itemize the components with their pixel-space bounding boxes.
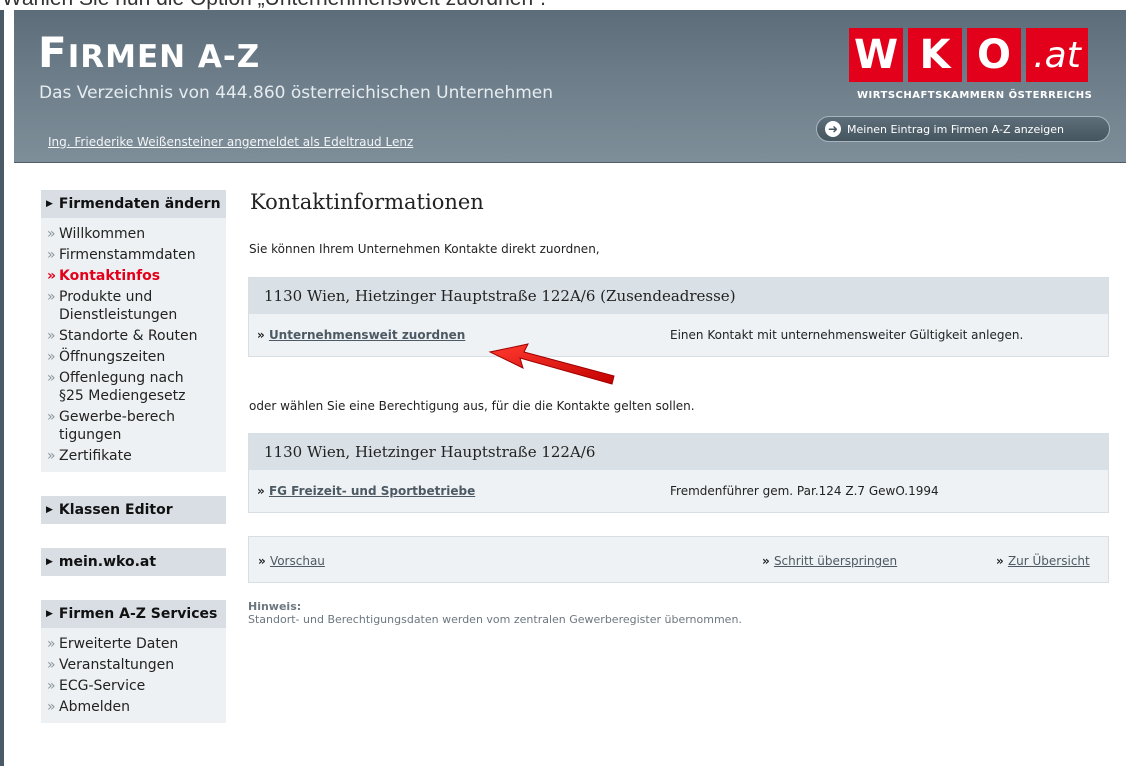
sidebar-list-firmendaten: » Willkommen » Firmenstammdaten » Kontaktin… — [41, 218, 226, 472]
arrow-right-icon: ➜ — [825, 121, 841, 137]
nav-preview: » Vorschau — [258, 554, 325, 568]
sidebar-item-erweiterte-daten[interactable]: » Erweiterte Daten — [41, 635, 226, 653]
fg-freizeit-link[interactable]: FG Freizeit- und Sportbetriebe — [269, 484, 475, 498]
intro-text: Sie können Ihrem Unternehmen Kontakte di… — [249, 242, 600, 256]
berechtigung-text: oder wählen Sie eine Berechtigung aus, f… — [249, 399, 695, 413]
show-entry-button[interactable]: ➜ Meinen Eintrag im Firmen A-Z anzeigen — [816, 116, 1110, 142]
page-title: Kontaktinformationen — [250, 190, 484, 214]
wko-logo[interactable]: W K O .at — [849, 28, 1088, 82]
unternehmensweit-zuordnen-link[interactable]: Unternehmensweit zuordnen — [269, 328, 465, 342]
site-subtitle: Das Verzeichnis von 444.860 österreichis… — [39, 83, 554, 103]
triangle-right-icon: ▶ — [46, 199, 53, 209]
sidebar-section-klassen-editor[interactable]: ▶ Klassen Editor — [41, 496, 226, 524]
panel-row: » FG Freizeit- und Sportbetriebe Fremden… — [257, 484, 939, 498]
sidebar-item-gewerbeberechtigungen[interactable]: » Gewerbe-berechtigungen — [41, 408, 226, 444]
logo-letter-w: W — [849, 28, 903, 82]
login-user-link[interactable]: Ing. Friederike Weißensteiner angemeldet… — [48, 135, 413, 149]
address-panel-berechtigung: 1130 Wien, Hietzinger Hauptstraße 122A/6… — [248, 433, 1109, 513]
logo-letter-k: K — [908, 28, 962, 82]
caption-strip: Wählen Sie nun die Option „Unternehmensw… — [0, 0, 1132, 10]
triangle-right-icon: ▶ — [46, 609, 53, 619]
sidebar-item-zertifikate[interactable]: » Zertifikate — [41, 447, 226, 465]
sidebar-item-oeffnungszeiten[interactable]: » Öffnungszeiten — [41, 348, 226, 366]
triangle-right-icon: ▶ — [46, 557, 53, 567]
sidebar-section-mein-wko[interactable]: ▶ mein.wko.at — [41, 548, 226, 576]
sidebar-item-willkommen[interactable]: » Willkommen — [41, 225, 226, 243]
sidebar-item-firmenstammdaten[interactable]: » Firmenstammdaten — [41, 246, 226, 264]
hint-label: Hinweis: — [248, 600, 302, 613]
sidebar: ▶ Firmendaten ändern » Willkommen » Firmen… — [41, 190, 226, 723]
left-rail — [0, 10, 4, 766]
logo-suffix: .at — [1026, 28, 1088, 82]
sidebar-item-ecg-service[interactable]: » ECG-Service — [41, 677, 226, 695]
preview-link[interactable]: Vorschau — [270, 554, 325, 568]
skip-step-link[interactable]: Schritt überspringen — [774, 554, 897, 568]
sidebar-item-offenlegung[interactable]: » Offenlegung nach §25 Mediengesetz — [41, 369, 226, 405]
panel-description: Fremdenführer gem. Par.124 Z.7 GewO.1994 — [670, 484, 939, 498]
header: FIRMEN A-Z Das Verzeichnis von 444.860 ö… — [14, 10, 1126, 163]
logo-letter-o: O — [967, 28, 1021, 82]
triangle-right-icon: ▶ — [46, 505, 53, 515]
show-entry-label: Meinen Eintrag im Firmen A-Z anzeigen — [847, 122, 1065, 136]
logo-tagline: WIRTSCHAFTSKAMMERN ÖSTERREICHS — [857, 90, 1093, 101]
caption-text: Wählen Sie nun die Option „Unternehmensw… — [2, 0, 546, 10]
sidebar-item-produkte[interactable]: » Produkte und Dienstleistungen — [41, 288, 226, 324]
sidebar-list-services: » Erweiterte Daten » Veranstaltungen » ECG-… — [41, 628, 226, 723]
site-title: FIRMEN A-Z — [38, 28, 261, 77]
panel-description: Einen Kontakt mit unternehmensweiter Gül… — [670, 328, 1024, 342]
panel-row: » Unternehmensweit zuordnen Einen Kontak… — [257, 328, 1024, 342]
sidebar-item-kontaktinfos[interactable]: » Kontaktinfos — [41, 267, 226, 285]
step-navigation: » Vorschau » Schritt überspringen » Zur … — [248, 536, 1109, 583]
panel-address: 1130 Wien, Hietzinger Hauptstraße 122A/6… — [249, 278, 1108, 314]
sidebar-section-firmendaten[interactable]: ▶ Firmendaten ändern — [41, 190, 226, 218]
hint-box: Hinweis: Standort- und Berechtigungsdate… — [248, 600, 742, 626]
nav-overview: » Zur Übersicht — [996, 554, 1090, 568]
panel-address: 1130 Wien, Hietzinger Hauptstraße 122A/6 — [249, 434, 1108, 470]
sidebar-section-services[interactable]: ▶ Firmen A-Z Services — [41, 600, 226, 628]
sidebar-item-abmelden[interactable]: » Abmelden — [41, 698, 226, 716]
sidebar-item-standorte[interactable]: » Standorte & Routen — [41, 327, 226, 345]
overview-link[interactable]: Zur Übersicht — [1008, 554, 1090, 568]
nav-skip: » Schritt überspringen — [762, 554, 898, 568]
address-panel-zusende: 1130 Wien, Hietzinger Hauptstraße 122A/6… — [248, 277, 1109, 357]
sidebar-item-veranstaltungen[interactable]: » Veranstaltungen — [41, 656, 226, 674]
hint-text: Standort- und Berechtigungsdaten werden … — [248, 613, 742, 626]
